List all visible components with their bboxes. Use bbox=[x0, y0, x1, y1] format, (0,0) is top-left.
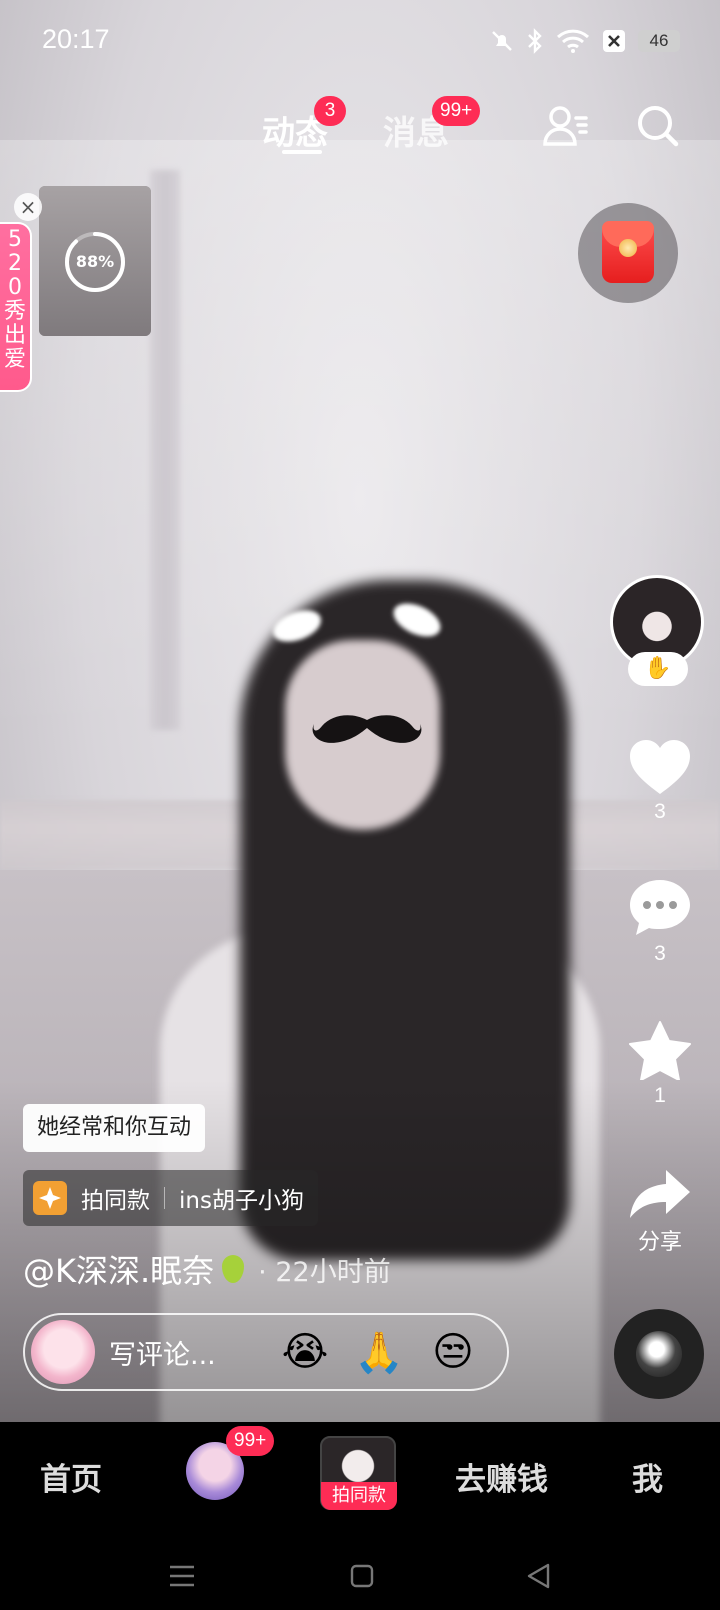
menu-icon[interactable] bbox=[168, 1564, 196, 1588]
emoji-crying-button[interactable]: 😭 bbox=[277, 1329, 333, 1375]
mustache-effect bbox=[312, 715, 422, 743]
video-door-frame bbox=[150, 170, 180, 730]
post-time: · 22小时前 bbox=[258, 1256, 391, 1288]
active-tab-underline bbox=[282, 150, 322, 154]
interaction-tag[interactable]: 她经常和你互动 bbox=[23, 1104, 206, 1152]
emoji-unamused-button[interactable]: 😒 bbox=[425, 1329, 481, 1375]
pip-preview[interactable]: 88% bbox=[39, 186, 151, 336]
like-count: 3 bbox=[654, 800, 666, 823]
sparkle-icon bbox=[33, 1181, 67, 1215]
music-disc-cover bbox=[636, 1331, 682, 1377]
close-icon: × bbox=[19, 195, 37, 219]
contacts-list-icon[interactable] bbox=[542, 104, 590, 148]
share-button[interactable]: 分享 bbox=[620, 1168, 700, 1256]
template-action-label: 拍同款 bbox=[81, 1188, 150, 1214]
nav-friends-badge: 99+ bbox=[226, 1426, 275, 1456]
pip-progress-text: 88% bbox=[75, 252, 115, 271]
red-packet-icon bbox=[602, 221, 654, 283]
template-tag[interactable]: 拍同款 ins胡子小狗 bbox=[23, 1170, 318, 1226]
system-navigation-bar bbox=[0, 1532, 720, 1610]
top-navigation: 动态 3 消息 99+ bbox=[0, 96, 720, 166]
home-square-icon[interactable] bbox=[350, 1564, 374, 1588]
red-packet-button[interactable] bbox=[578, 203, 678, 303]
status-bar: 20:17 46 bbox=[0, 0, 720, 80]
favorite-count: 1 bbox=[654, 1084, 666, 1107]
nav-center-label: 拍同款 bbox=[321, 1482, 397, 1510]
status-time: 20:17 bbox=[42, 24, 110, 54]
share-arrow-icon bbox=[630, 1170, 690, 1218]
promo-520-banner[interactable]: 520秀出爱 bbox=[0, 222, 32, 392]
star-icon bbox=[629, 1021, 691, 1080]
mute-bell-icon bbox=[492, 31, 512, 51]
comment-button[interactable]: 3 bbox=[620, 878, 700, 966]
nav-earn[interactable]: 去赚钱 bbox=[455, 1454, 548, 1499]
comment-placeholder[interactable]: 写评论... bbox=[109, 1333, 259, 1372]
wave-hello-button[interactable]: ✋ bbox=[628, 652, 688, 686]
favorite-button[interactable]: 1 bbox=[620, 1020, 700, 1108]
bottom-navigation: 首页 99+ 去赚钱 我 bbox=[0, 1422, 720, 1532]
status-icons bbox=[490, 28, 626, 54]
tab-dynamic-badge: 3 bbox=[314, 96, 346, 126]
template-separator bbox=[164, 1187, 165, 1209]
author-line: @K深深.眠奈 · 22小时前 bbox=[23, 1246, 391, 1292]
back-triangle-icon[interactable] bbox=[526, 1562, 552, 1590]
comment-input-bar[interactable]: 写评论... 😭 🙏 😒 bbox=[23, 1313, 509, 1391]
like-button[interactable]: 3 bbox=[620, 738, 700, 824]
wifi-icon bbox=[556, 29, 590, 53]
battery-indicator: 46 bbox=[638, 30, 680, 52]
tab-messages-badge: 99+ bbox=[432, 96, 481, 126]
search-icon[interactable] bbox=[636, 104, 680, 148]
music-disc-button[interactable] bbox=[614, 1309, 704, 1399]
pear-badge-icon bbox=[222, 1255, 245, 1283]
comment-count: 3 bbox=[654, 942, 666, 965]
user-avatar bbox=[31, 1320, 95, 1384]
template-name: ins胡子小狗 bbox=[179, 1188, 304, 1214]
bluetooth-icon bbox=[528, 28, 542, 54]
comment-bubble-icon bbox=[630, 880, 690, 935]
nav-me[interactable]: 我 bbox=[632, 1454, 663, 1499]
nav-home[interactable]: 首页 bbox=[40, 1454, 102, 1499]
heart-icon bbox=[630, 740, 690, 794]
sim-off-icon bbox=[603, 30, 625, 52]
emoji-pray-button[interactable]: 🙏 bbox=[351, 1329, 407, 1376]
red-packet-coin bbox=[619, 239, 637, 257]
share-label: 分享 bbox=[637, 1229, 682, 1254]
author-name[interactable]: @K深深.眠奈 bbox=[23, 1246, 214, 1292]
pip-close-button[interactable]: × bbox=[14, 193, 42, 221]
wave-hand-icon: ✋ bbox=[644, 656, 672, 681]
